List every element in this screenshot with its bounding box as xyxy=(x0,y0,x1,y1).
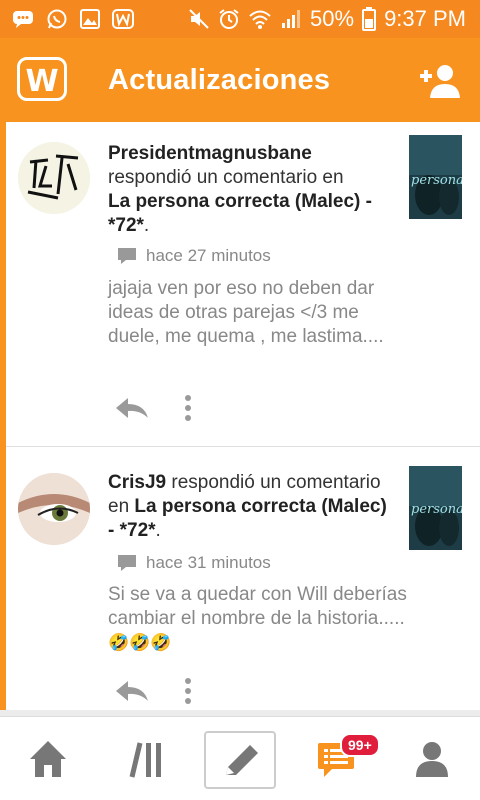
avatar-photo xyxy=(18,473,90,545)
update-trailing: . xyxy=(155,520,161,541)
avatar-drawing xyxy=(18,142,90,214)
story-cover[interactable]: persona xyxy=(409,466,462,550)
nav-write[interactable] xyxy=(204,731,276,789)
bottom-navigation: 99+ xyxy=(0,716,480,800)
notification-badge: 99+ xyxy=(340,733,380,757)
reply-icon[interactable] xyxy=(114,679,150,705)
pencil-icon xyxy=(226,745,258,775)
update-text: CrisJ9 respondió un comentario en La per… xyxy=(108,471,398,543)
updates-feed: Presidentmagnusbane respondió un comenta… xyxy=(0,122,480,710)
story-title[interactable]: La persona correcta (Malec) - *72* xyxy=(108,496,387,541)
more-options-icon[interactable] xyxy=(182,394,194,422)
update-action: respondió un comentario en xyxy=(108,167,344,188)
avatar[interactable] xyxy=(18,142,90,214)
timestamp-text: hace 31 minutos xyxy=(146,553,271,572)
whatsapp-icon xyxy=(47,9,67,29)
library-icon xyxy=(129,742,161,778)
app-bar: W Actualizaciones xyxy=(0,38,480,122)
reply-icon[interactable] xyxy=(114,396,150,422)
battery-icon xyxy=(362,7,377,31)
status-bar: 50% 9:37 PM xyxy=(0,0,480,38)
more-options-icon[interactable] xyxy=(182,677,194,705)
wattpad-logo[interactable]: W xyxy=(17,57,67,101)
avatar[interactable] xyxy=(18,473,90,545)
clock: 9:37 PM xyxy=(384,6,466,31)
chat-bubble-icon xyxy=(13,11,33,28)
wattpad-icon xyxy=(112,9,134,29)
timestamp: hace 27 minutos xyxy=(118,246,271,266)
comment-icon xyxy=(118,555,136,571)
update-trailing: . xyxy=(143,215,150,236)
notification-icons xyxy=(12,8,134,30)
comment-body: Si se va a quedar con Will deberías camb… xyxy=(108,584,407,629)
nav-profile[interactable] xyxy=(396,731,468,789)
cover-text: persona xyxy=(411,173,462,188)
page-title: Actualizaciones xyxy=(108,64,331,96)
story-cover[interactable]: persona xyxy=(409,135,462,219)
nav-home[interactable] xyxy=(12,731,84,789)
comment-text: Si se va a quedar con Will deberías camb… xyxy=(108,583,408,655)
add-user-icon[interactable] xyxy=(418,62,462,100)
alarm-icon xyxy=(219,9,239,29)
comment-text: jajaja ven por eso no deben dar ideas de… xyxy=(108,278,384,347)
nav-library[interactable] xyxy=(110,731,182,789)
update-card[interactable]: Presidentmagnusbane respondió un comenta… xyxy=(6,122,480,446)
mute-icon xyxy=(189,9,209,29)
image-icon xyxy=(80,9,100,29)
logo-letter: W xyxy=(25,64,59,99)
battery-percent: 50% xyxy=(310,6,355,31)
update-card[interactable]: CrisJ9 respondió un comentario en La per… xyxy=(6,446,480,710)
emoji-laughing: 🤣🤣🤣 xyxy=(108,633,172,652)
user-name[interactable]: CrisJ9 xyxy=(108,472,166,493)
timestamp-text: hace 27 minutos xyxy=(146,246,271,265)
comment-icon xyxy=(118,248,136,264)
system-icons: 50% 9:37 PM xyxy=(188,6,466,32)
user-name[interactable]: Presidentmagnusbane xyxy=(108,143,312,164)
home-icon xyxy=(30,741,66,777)
timestamp: hace 31 minutos xyxy=(118,553,271,573)
cover-text: persona xyxy=(411,502,462,517)
signal-icon xyxy=(282,10,301,28)
update-text: Presidentmagnusbane respondió un comenta… xyxy=(108,142,398,238)
profile-icon xyxy=(416,742,448,777)
wifi-icon xyxy=(249,10,271,29)
